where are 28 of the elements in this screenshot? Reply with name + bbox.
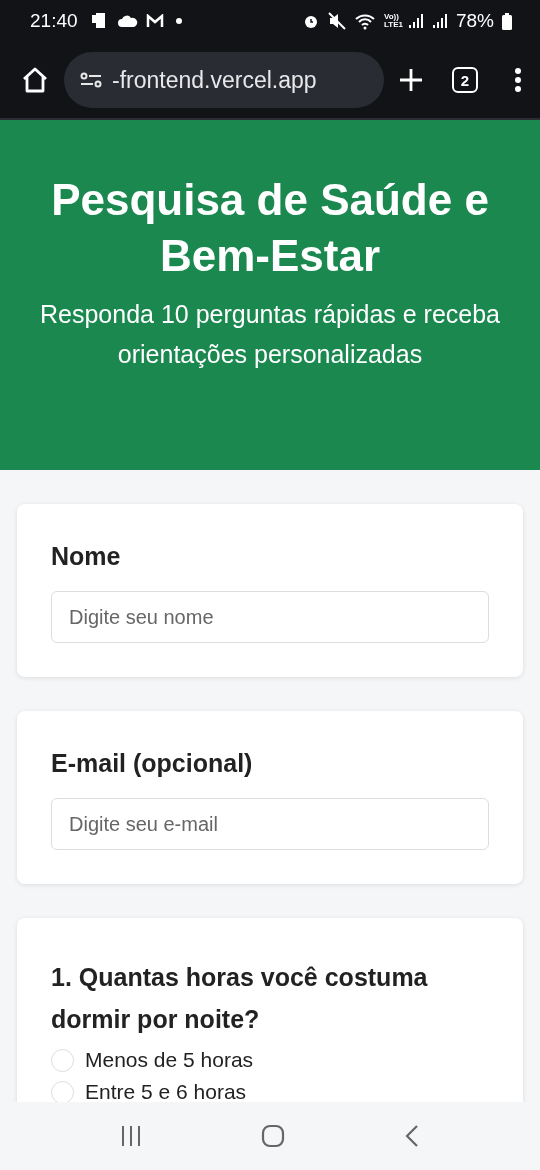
signal-icon xyxy=(431,13,448,29)
battery-percent: 78% xyxy=(455,10,494,32)
signal-icon xyxy=(407,13,424,29)
url-text: -frontend.vercel.app xyxy=(112,66,317,94)
input-field[interactable]: Digite seu e-mail xyxy=(51,798,489,850)
menu-button[interactable] xyxy=(514,67,522,93)
clock-time: 21:40 xyxy=(30,10,78,32)
recent-apps-button[interactable] xyxy=(119,1125,142,1147)
field-label: Nome xyxy=(51,542,122,571)
battery-icon xyxy=(502,12,512,30)
mute-icon xyxy=(327,12,346,30)
page-subtitle: Responda 10 perguntas rápidas e receba orientações personalizadas xyxy=(38,299,501,370)
radio-button[interactable] xyxy=(51,1048,74,1072)
input-field[interactable]: Digite seu nome xyxy=(51,591,489,643)
address-bar[interactable]: -frontend.vercel.app xyxy=(64,52,384,108)
site-settings-icon xyxy=(80,72,102,88)
page-title: Pesquisa de Saúde e Bem-Estar xyxy=(50,174,490,282)
option-label: Menos de 5 horas xyxy=(85,1048,254,1072)
radio-button[interactable] xyxy=(51,1080,74,1102)
option-label: Entre 5 e 6 horas xyxy=(85,1080,247,1102)
wifi-icon xyxy=(353,12,376,30)
back-button[interactable] xyxy=(404,1124,421,1148)
tab-count-button[interactable]: 2 xyxy=(452,67,478,93)
question-title: 1. Quantas horas você costuma dormir por noite? xyxy=(51,962,429,1035)
cloud-icon xyxy=(117,14,138,28)
field-label: E-mail (opcional) xyxy=(51,749,254,778)
mail-icon xyxy=(145,14,164,28)
new-tab-button[interactable] xyxy=(398,67,424,93)
